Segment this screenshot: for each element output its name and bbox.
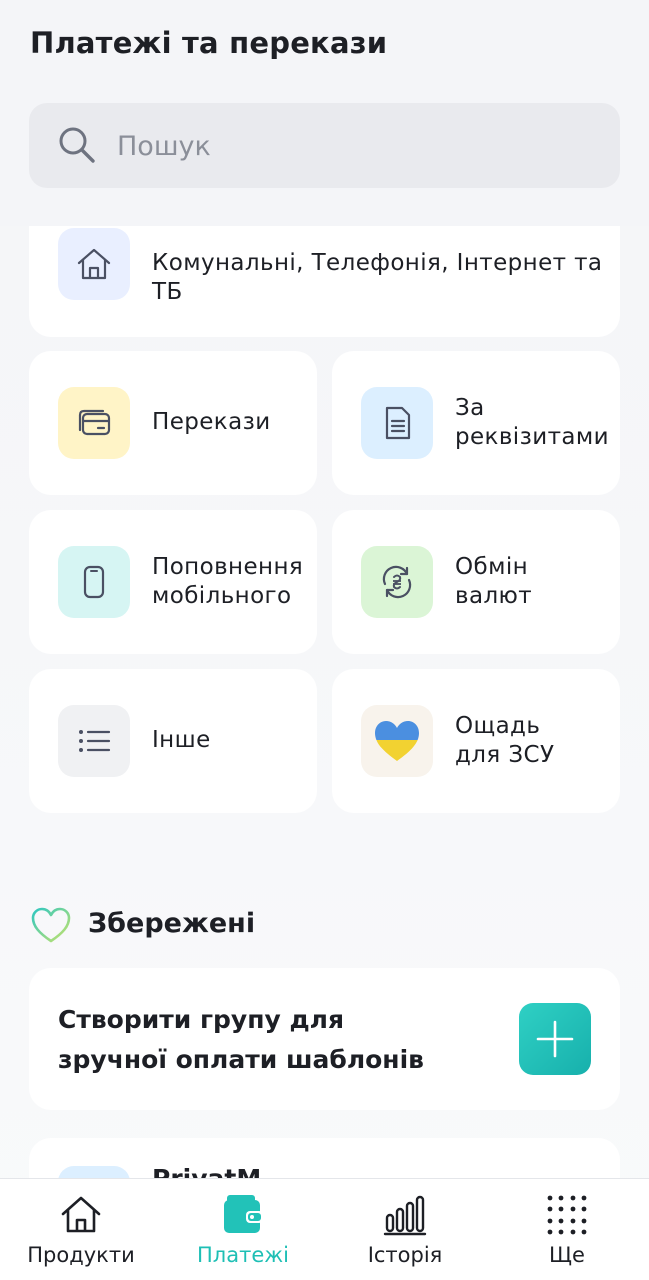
category-transfers[interactable]: Перекази xyxy=(29,351,317,495)
cards-icon xyxy=(58,387,130,459)
tab-payments[interactable]: Платежі xyxy=(162,1179,324,1280)
categories-scroll-area[interactable]: Комунальні, Телефонія, Інтернет та ТБ Пе… xyxy=(0,226,649,1178)
category-mobile[interactable]: Поповнення мобільного xyxy=(29,510,317,654)
heart-outline-icon xyxy=(31,907,71,943)
house-icon xyxy=(58,228,130,300)
payments-screen: Платежі та перекази Пошук Комунальні, Те… xyxy=(0,0,649,1280)
tab-label: Продукти xyxy=(27,1243,135,1267)
tab-label: Ще xyxy=(549,1243,585,1267)
category-label: Поповнення мобільного xyxy=(152,554,304,609)
tab-label: Платежі xyxy=(197,1243,289,1267)
category-label: Ощадь для ЗСУ xyxy=(455,713,555,768)
document-icon xyxy=(361,387,433,459)
tab-products[interactable]: Продукти xyxy=(0,1179,162,1280)
wallet-icon xyxy=(224,1195,263,1233)
search-icon xyxy=(59,127,95,163)
create-group-card[interactable]: Створити групу для зручної оплати шаблон… xyxy=(29,968,620,1110)
template-label: PrivatM xyxy=(152,1164,261,1178)
bottom-tab-bar: Продукти Платежі Історія Ще xyxy=(0,1178,649,1280)
category-exchange[interactable]: Обмін валют xyxy=(332,510,620,654)
plus-icon xyxy=(536,1020,574,1058)
category-label: Комунальні, Телефонія, Інтернет та ТБ xyxy=(152,250,603,305)
currency-exchange-icon xyxy=(361,546,433,618)
category-requisites[interactable]: За реквізитами xyxy=(332,351,620,495)
home-icon xyxy=(61,1196,101,1233)
category-label: Інше xyxy=(152,727,211,753)
category-zsu[interactable]: Ощадь для ЗСУ xyxy=(332,669,620,813)
tab-history[interactable]: Історія xyxy=(324,1179,486,1280)
search-input[interactable]: Пошук xyxy=(29,103,620,188)
template-icon xyxy=(58,1166,130,1178)
category-label: Перекази xyxy=(152,409,271,435)
category-utilities[interactable]: Комунальні, Телефонія, Інтернет та ТБ xyxy=(29,226,620,337)
search-placeholder: Пошук xyxy=(117,131,211,162)
create-group-text: Створити групу для зручної оплати шаблон… xyxy=(58,1005,424,1074)
phone-icon xyxy=(58,546,130,618)
saved-section-title: Збережені xyxy=(88,908,256,939)
tab-label: Історія xyxy=(367,1243,443,1267)
list-icon xyxy=(58,705,130,777)
header: Платежі та перекази Пошук xyxy=(0,0,649,226)
page-title: Платежі та перекази xyxy=(30,26,388,60)
category-label: Обмін валют xyxy=(455,554,533,609)
bar-chart-icon xyxy=(383,1195,427,1236)
ukraine-heart-icon xyxy=(361,705,433,777)
saved-template-item[interactable]: PrivatM xyxy=(29,1138,620,1178)
tab-more[interactable]: Ще xyxy=(486,1179,648,1280)
add-group-button[interactable] xyxy=(519,1003,591,1075)
dots-grid-icon xyxy=(547,1195,587,1235)
category-label: За реквізитами xyxy=(455,395,609,450)
category-other[interactable]: Інше xyxy=(29,669,317,813)
